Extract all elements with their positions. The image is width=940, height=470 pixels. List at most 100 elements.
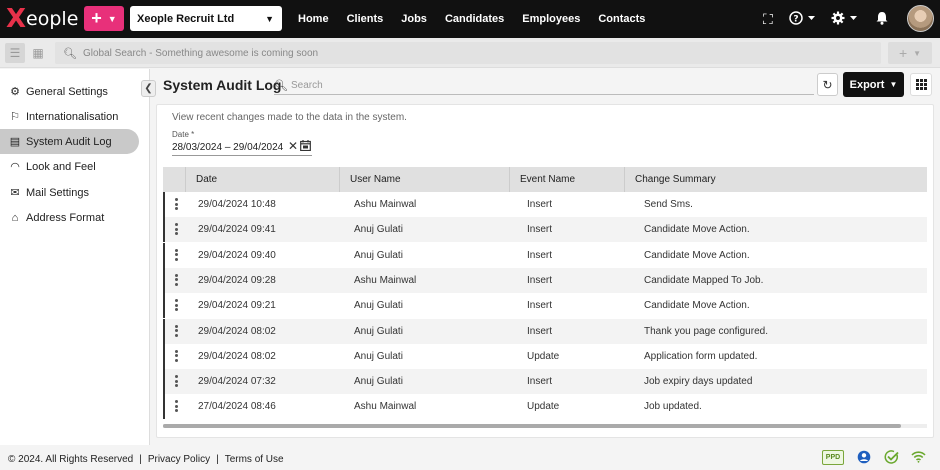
- company-select[interactable]: Xeople Recruit Ltd ▼: [130, 6, 282, 31]
- settings-sidebar: ⚙ General Settings ⚐ Internationalisatio…: [0, 69, 150, 445]
- row-menu-icon[interactable]: [175, 223, 178, 236]
- cell-change-summary: Send Sms.: [644, 199, 693, 210]
- table-row[interactable]: 29/04/2024 09:41 Anuj Gulati Insert Candida…: [163, 217, 927, 243]
- cell-user-name: Ashu Mainwal: [354, 199, 417, 210]
- nav-home[interactable]: Home: [298, 13, 329, 25]
- nav-candidates[interactable]: Candidates: [445, 13, 504, 25]
- cell-change-summary: Candidate Move Action.: [644, 249, 750, 261]
- cell-event-name: Insert: [527, 249, 553, 261]
- row-menu-icon[interactable]: [175, 248, 178, 261]
- sidebar-item-general-settings[interactable]: ⚙ General Settings: [0, 79, 139, 104]
- sidebar-item-label: General Settings: [26, 85, 108, 98]
- help-icon[interactable]: ?: [789, 11, 819, 28]
- user-circle-icon[interactable]: [857, 450, 871, 467]
- cell-change-summary: Application form updated.: [644, 350, 758, 362]
- calendar-icon[interactable]: [300, 140, 311, 154]
- chevron-down-icon: ▼: [107, 13, 117, 24]
- column-layout-button[interactable]: [910, 73, 932, 96]
- copyright-text: © 2024. All Rights Reserved: [8, 453, 134, 465]
- collapse-sidebar-button[interactable]: ❮: [141, 80, 156, 97]
- list-view-icon[interactable]: ☰: [5, 43, 25, 63]
- nav-contacts[interactable]: Contacts: [598, 13, 645, 25]
- sidebar-item-system-audit-log[interactable]: ▤ System Audit Log: [0, 129, 139, 154]
- table-row[interactable]: 29/04/2024 10:48 Ashu Mainwal Insert Send S…: [163, 192, 927, 217]
- table-row[interactable]: 29/04/2024 09:21 Anuj Gulati Insert Candida…: [163, 293, 927, 319]
- main-nav: Home Clients Jobs Candidates Employees C…: [298, 0, 663, 38]
- sidebar-item-look-and-feel[interactable]: ◠ Look and Feel: [0, 154, 139, 179]
- cell-date: 29/04/2024 09:41: [198, 224, 276, 236]
- wifi-icon[interactable]: [911, 450, 926, 466]
- table-row[interactable]: 27/04/2024 08:46 Ashu Mainwal Update Job up…: [163, 394, 927, 420]
- row-menu-icon[interactable]: [175, 299, 178, 312]
- sidebar-item-address-format[interactable]: ⌂ Address Format: [0, 205, 139, 230]
- cell-change-summary: Candidate Move Action.: [644, 224, 750, 236]
- fullscreen-icon[interactable]: ⛶: [763, 11, 773, 28]
- cell-user-name: Anuj Gulati: [354, 224, 403, 236]
- cell-change-summary: Job updated.: [644, 401, 702, 413]
- table-row[interactable]: 29/04/2024 08:02 Anuj Gulati Update Applica…: [163, 343, 927, 369]
- cell-date: 27/04/2024 08:46: [198, 401, 276, 413]
- global-search-input[interactable]: 🔍︎ Global Search - Something awesome is …: [55, 42, 881, 64]
- column-header-user-name[interactable]: User Name: [339, 167, 509, 192]
- privacy-policy-link[interactable]: Privacy Policy: [148, 454, 210, 465]
- nav-employees[interactable]: Employees: [522, 13, 580, 25]
- clear-date-icon[interactable]: ✕: [288, 139, 298, 153]
- nav-clients[interactable]: Clients: [347, 13, 384, 25]
- company-select-value: Xeople Recruit Ltd: [137, 12, 235, 25]
- cell-event-name: Insert: [527, 325, 553, 337]
- sidebar-item-internationalisation[interactable]: ⚐ Internationalisation: [0, 104, 139, 129]
- row-menu-icon[interactable]: [175, 324, 178, 337]
- row-menu-icon[interactable]: [175, 375, 178, 388]
- cell-user-name: Anuj Gulati: [354, 300, 403, 312]
- table-row[interactable]: 29/04/2024 09:28 Ashu Mainwal Insert Candid…: [163, 267, 927, 293]
- grid-icon: [915, 79, 927, 90]
- cell-date: 29/04/2024 09:21: [198, 300, 276, 312]
- ppd-badge[interactable]: PPD: [822, 450, 844, 465]
- add-disabled-label: +: [898, 45, 908, 61]
- panel-description: View recent changes made to the data in …: [172, 112, 407, 123]
- row-menu-icon[interactable]: [175, 349, 178, 362]
- quick-add-button[interactable]: + ▼: [84, 6, 124, 31]
- check-circle-icon[interactable]: [884, 450, 899, 467]
- column-header-event-name[interactable]: Event Name: [509, 167, 625, 192]
- cell-change-summary: Thank you page configured.: [644, 325, 768, 337]
- cell-event-name: Update: [527, 350, 560, 362]
- grid-view-icon[interactable]: ▦: [28, 43, 48, 63]
- logo-x: X: [6, 4, 27, 34]
- xeople-logo[interactable]: Xeople: [6, 5, 78, 33]
- cell-user-name: Anuj Gulati: [354, 350, 403, 362]
- footer: © 2024. All Rights Reserved | Privacy Po…: [0, 448, 940, 470]
- footer-separator: |: [216, 453, 219, 465]
- cell-event-name: Insert: [527, 274, 553, 286]
- quick-add-label: +: [91, 8, 102, 28]
- cell-change-summary: Job expiry days updated: [644, 376, 753, 388]
- cell-user-name: Anuj Gulati: [354, 376, 403, 388]
- nav-jobs[interactable]: Jobs: [401, 13, 427, 25]
- terms-of-use-link[interactable]: Terms of Use: [225, 454, 284, 465]
- export-button[interactable]: Export ▼: [843, 72, 904, 97]
- row-menu-icon[interactable]: [175, 400, 178, 413]
- column-header-date[interactable]: Date: [185, 167, 341, 192]
- user-avatar[interactable]: [907, 5, 934, 32]
- page-search-input[interactable]: 🔍︎ Search: [274, 77, 814, 95]
- table-row[interactable]: 29/04/2024 08:02 Anuj Gulati Insert Thank y…: [163, 318, 927, 344]
- cell-date: 29/04/2024 07:32: [198, 376, 276, 388]
- table-header: Date User Name Event Name Change Summary: [163, 167, 927, 192]
- sidebar-item-label: Look and Feel: [26, 160, 96, 173]
- row-menu-icon[interactable]: [175, 273, 178, 286]
- cell-change-summary: Candidate Move Action.: [644, 300, 750, 312]
- gear-icon: ⚙: [10, 86, 20, 98]
- refresh-button[interactable]: ↻: [817, 73, 838, 96]
- column-header-change-summary[interactable]: Change Summary: [624, 167, 927, 192]
- notification-bell-icon[interactable]: [875, 11, 889, 28]
- scrollbar-thumb[interactable]: [163, 424, 901, 428]
- add-disabled-button[interactable]: + ▼: [888, 42, 932, 64]
- settings-icon[interactable]: [831, 11, 861, 28]
- sidebar-item-label: Mail Settings: [26, 186, 89, 199]
- horizontal-scrollbar[interactable]: [163, 424, 927, 428]
- sidebar-item-mail-settings[interactable]: ✉ Mail Settings: [0, 180, 139, 205]
- row-menu-icon[interactable]: [175, 198, 178, 210]
- table-row[interactable]: 29/04/2024 09:40 Anuj Gulati Insert Candida…: [163, 242, 927, 268]
- table-row[interactable]: 29/04/2024 07:32 Anuj Gulati Insert Job exp…: [163, 369, 927, 395]
- audit-log-icon: ▤: [9, 136, 21, 148]
